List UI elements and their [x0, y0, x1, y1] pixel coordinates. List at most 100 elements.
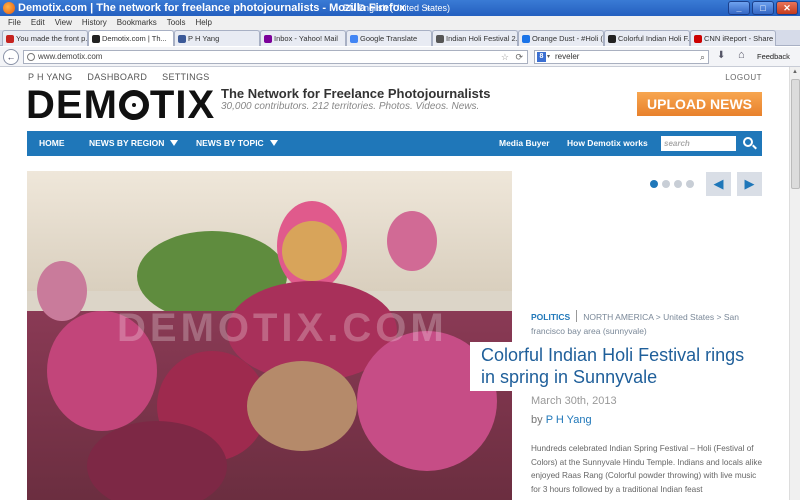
firefox-icon: [3, 2, 15, 14]
photo-watermark: DEMOTIX.COM: [117, 306, 448, 350]
site-nav: HOME NEWS BY REGION NEWS BY TOPIC Media …: [27, 131, 762, 156]
carousel-next-button[interactable]: ▶: [737, 172, 762, 196]
minimize-button[interactable]: _: [728, 1, 750, 15]
site-tagline: The Network for Freelance Photojournalis…: [221, 86, 491, 101]
window-titlebar: Demotix.com | The network for freelance …: [0, 0, 800, 16]
home-icon[interactable]: ⌂: [738, 49, 745, 61]
tab-favicon-icon: [178, 34, 186, 43]
hero-photo[interactable]: DEMOTIX.COM: [27, 171, 512, 500]
tab-favicon-icon: [350, 34, 358, 43]
browser-tab[interactable]: Inbox - Yahoo! Mail: [260, 30, 346, 46]
tab-bar: You made the front p... Demotix.com | Th.…: [0, 30, 800, 46]
author-link[interactable]: P H Yang: [546, 414, 592, 426]
category-politics-link[interactable]: POLITICS: [531, 312, 570, 322]
user-links: P H YANG DASHBOARD SETTINGS: [28, 72, 210, 82]
site-subtagline: 30,000 contributors. 212 territories. Ph…: [221, 101, 480, 112]
article-categories: POLITICS NORTH AMERICA > United States > …: [531, 310, 771, 338]
chevron-down-icon: [170, 140, 179, 146]
carousel-dot[interactable]: [686, 180, 694, 188]
browser-tab[interactable]: You made the front p...: [2, 30, 88, 46]
back-button[interactable]: ←: [3, 49, 19, 65]
carousel-dot[interactable]: [662, 180, 670, 188]
carousel-dot[interactable]: [674, 180, 682, 188]
browser-tab[interactable]: P H Yang: [174, 30, 260, 46]
menu-bar: File Edit View History Bookmarks Tools H…: [0, 16, 800, 30]
search-icon[interactable]: [743, 137, 753, 147]
tab-label: Indian Holi Festival 2...: [446, 34, 518, 43]
scroll-up-arrow-icon[interactable]: ▲: [792, 69, 798, 75]
category-divider: [576, 310, 578, 322]
reload-icon[interactable]: ⟳: [515, 51, 523, 63]
nav-home[interactable]: HOME: [39, 131, 65, 156]
menu-edit[interactable]: Edit: [26, 16, 50, 30]
feedback-button[interactable]: Feedback: [757, 52, 790, 61]
tab-favicon-icon: [522, 34, 530, 43]
logo-text-left: DEM: [26, 83, 118, 127]
menu-help[interactable]: Help: [190, 16, 216, 30]
menu-tools[interactable]: Tools: [162, 16, 191, 30]
byline-prefix: by: [531, 414, 546, 426]
carousel-dot[interactable]: [650, 180, 658, 188]
tab-label: Demotix.com | Th...: [102, 34, 167, 43]
tab-label: Google Translate: [360, 34, 418, 43]
nav-media-buyer[interactable]: Media Buyer: [499, 131, 550, 156]
nav-news-by-topic-label: NEWS BY TOPIC: [196, 138, 264, 148]
address-bar[interactable]: www.demotix.com ☆ ⟳: [23, 50, 528, 64]
bookmark-star-icon[interactable]: ☆: [501, 51, 509, 63]
search-icon[interactable]: ⌕: [700, 51, 705, 63]
browser-tab[interactable]: CNN iReport - Share ...: [690, 30, 776, 46]
site-search-input[interactable]: search: [661, 136, 736, 151]
nav-news-by-region-label: NEWS BY REGION: [89, 138, 165, 148]
tab-favicon-icon: [264, 34, 272, 43]
web-page: P H YANG DASHBOARD SETTINGS LOGOUT DEM TI…: [0, 67, 789, 500]
tab-favicon-icon: [436, 34, 444, 43]
logo-text-right: TIX: [149, 83, 216, 127]
chevron-down-icon: [269, 140, 278, 146]
browser-tab[interactable]: Demotix.com | Th...: [88, 30, 174, 46]
upload-news-button[interactable]: UPLOAD NEWS: [637, 92, 762, 116]
tab-label: Inbox - Yahoo! Mail: [274, 34, 338, 43]
nav-how-it-works[interactable]: How Demotix works: [567, 131, 648, 156]
globe-icon: [27, 53, 35, 61]
logo-o-icon: [118, 90, 149, 120]
tab-favicon-icon: [6, 34, 14, 43]
article-byline: by P H Yang: [531, 414, 592, 426]
menu-history[interactable]: History: [77, 16, 112, 30]
menu-file[interactable]: File: [3, 16, 26, 30]
tab-favicon-icon: [694, 34, 702, 43]
dashboard-link[interactable]: DASHBOARD: [87, 72, 147, 82]
vertical-scrollbar[interactable]: ▲: [789, 67, 800, 500]
scrollbar-thumb[interactable]: [791, 79, 800, 189]
language-indicator[interactable]: EN English (United States): [343, 0, 450, 16]
tab-label: Orange Dust - #Holi (...: [532, 34, 604, 43]
logout-link[interactable]: LOGOUT: [725, 73, 762, 82]
article-headline[interactable]: Colorful Indian Holi Festival rings in s…: [470, 342, 760, 391]
menu-view[interactable]: View: [50, 16, 77, 30]
nav-news-by-region[interactable]: NEWS BY REGION: [89, 131, 179, 156]
browser-tab[interactable]: Colorful Indian Holi F...: [604, 30, 690, 46]
article-date: March 30th, 2013: [531, 395, 617, 407]
language-arrow-icon[interactable]: »: [425, 0, 430, 16]
photo-color-splash: [282, 221, 342, 281]
close-button[interactable]: ✕: [776, 1, 798, 15]
tab-favicon-icon: [92, 34, 100, 43]
tab-label: P H Yang: [188, 34, 220, 43]
nav-news-by-topic[interactable]: NEWS BY TOPIC: [196, 131, 278, 156]
browser-tab[interactable]: Google Translate: [346, 30, 432, 46]
browser-search-input[interactable]: 8 ▾ reveler ⌕: [534, 50, 709, 64]
navigation-bar: ← www.demotix.com ☆ ⟳ 8 ▾ reveler ⌕ ⬇ ⌂ …: [0, 47, 800, 67]
carousel-dots: [650, 180, 694, 188]
demotix-logo[interactable]: DEM TIX: [26, 83, 215, 128]
user-name-link[interactable]: P H YANG: [28, 72, 72, 82]
carousel-prev-button[interactable]: ◀: [706, 172, 731, 196]
menu-bookmarks[interactable]: Bookmarks: [112, 16, 162, 30]
browser-tab[interactable]: Orange Dust - #Holi (...: [518, 30, 604, 46]
search-engine-dropdown-icon[interactable]: ▾: [547, 51, 550, 63]
browser-tab[interactable]: Indian Holi Festival 2...: [432, 30, 518, 46]
settings-link[interactable]: SETTINGS: [162, 72, 209, 82]
photo-color-splash: [387, 211, 437, 271]
photo-color-splash: [37, 261, 87, 321]
search-engine-icon[interactable]: 8: [537, 52, 546, 62]
maximize-button[interactable]: □: [752, 1, 774, 15]
downloads-icon[interactable]: ⬇: [717, 50, 725, 61]
